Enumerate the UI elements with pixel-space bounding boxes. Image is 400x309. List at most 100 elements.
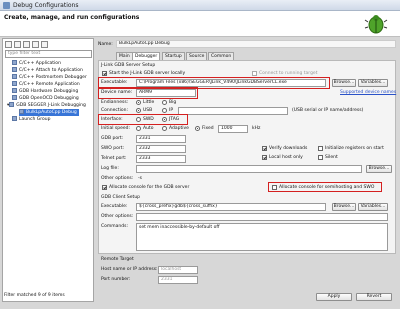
telnet-port-field[interactable]: 2333 <box>136 155 186 163</box>
header-banner: Create, manage, and run configurations <box>0 11 400 37</box>
speed-field[interactable]: 1000 <box>218 125 248 133</box>
log-file-field[interactable] <box>136 165 362 173</box>
config-name-field[interactable]: BulkLpAutoCpp Debug <box>116 40 396 48</box>
filter-input[interactable]: type filter text <box>5 50 92 58</box>
khz-label: kHz <box>252 126 261 131</box>
local-host-label: Local host only <box>269 155 303 160</box>
speed-label: Initial speed: <box>101 126 130 131</box>
alloc-gdb-console-checkbox[interactable] <box>102 185 107 190</box>
little-label: Little <box>143 100 155 105</box>
log-browse-button[interactable]: Browse... <box>366 165 392 173</box>
port-number-label: Port number: <box>101 277 131 282</box>
window-title: Debug Configurations <box>13 2 79 9</box>
client-other-field[interactable] <box>136 213 388 221</box>
duplicate-icon[interactable] <box>14 41 21 48</box>
gdb-icon <box>12 88 17 93</box>
verify-downloads-label: Verify downloads <box>269 146 308 151</box>
fixed-radio[interactable] <box>195 126 200 131</box>
telnet-port-label: Telnet port: <box>101 156 127 161</box>
connect-running-label: Connect to running target <box>259 71 318 76</box>
client-variables-button[interactable]: Variables... <box>358 203 388 211</box>
tree-item-launch-group[interactable]: Launch Group <box>12 116 50 123</box>
filter-status: Filter matched 9 of 9 items <box>4 293 65 298</box>
gdb-icon <box>9 102 15 107</box>
connect-running-checkbox[interactable] <box>252 71 257 76</box>
tree-item-cpp-application[interactable]: C/C++ Application <box>12 60 61 67</box>
jlink-group-title: J-Link GDB Server Setup <box>101 63 156 68</box>
ip-radio[interactable] <box>162 108 167 113</box>
big-radio[interactable] <box>162 100 167 105</box>
tree-item-gdb-hardware[interactable]: GDB Hardware Debugging <box>12 88 78 95</box>
highlight-interface <box>98 114 188 125</box>
tree-item-cpp-attach[interactable]: C/C++ Attach to Application <box>12 67 83 74</box>
client-browse-button[interactable]: Browse... <box>332 203 356 211</box>
commands-textarea[interactable]: set mem inaccessible-by-default off <box>136 223 388 251</box>
highlight-device <box>98 87 198 99</box>
connection-label: Connection: <box>101 108 128 113</box>
auto-label: Auto <box>143 126 154 131</box>
start-locally-checkbox[interactable] <box>102 71 107 76</box>
remote-group-title: Remote Target <box>101 257 134 262</box>
gdb-port-label: GDB port: <box>101 136 124 141</box>
tree-item-gdb-jlink[interactable]: ▾ GDB SEGGER J-Link Debugging <box>7 102 86 109</box>
tab-startup[interactable]: Startup <box>162 52 185 60</box>
revert-button[interactable]: Revert <box>356 293 392 301</box>
other-options-value[interactable]: -s <box>138 176 142 181</box>
gdb-icon <box>12 95 17 100</box>
usb-radio[interactable] <box>136 108 141 113</box>
client-executable-field[interactable]: ${cross_prefix}gdb${cross_suffix} <box>136 203 326 211</box>
host-label: Host name or IP address: <box>101 267 158 272</box>
little-radio[interactable] <box>136 100 141 105</box>
browse-button[interactable]: Browse... <box>332 79 356 87</box>
tab-common[interactable]: Common <box>208 52 235 60</box>
tree-item-cpp-remote[interactable]: C/C++ Remote Application <box>12 81 80 88</box>
gdb-port-field[interactable]: 2331 <box>136 135 186 143</box>
port-number-field[interactable]: 2331 <box>158 276 198 284</box>
usb-label: USB <box>143 108 153 113</box>
supported-devices-link[interactable]: Supported device names <box>340 90 396 95</box>
client-other-label: Other options: <box>101 214 134 219</box>
swo-port-field[interactable]: 2332 <box>136 145 186 153</box>
ip-label: IP <box>169 108 174 113</box>
client-executable-label: Executable: <box>101 204 128 209</box>
auto-radio[interactable] <box>136 126 141 131</box>
collapse-all-icon[interactable] <box>32 41 39 48</box>
other-options-label: Other options: <box>101 176 134 181</box>
start-locally-label: Start the J-Link GDB server locally <box>109 71 186 76</box>
tree-item-cpp-postmortem[interactable]: C/C++ Postmortem Debugger <box>12 74 87 81</box>
apply-button[interactable]: Apply <box>316 293 352 301</box>
delete-icon[interactable] <box>23 41 30 48</box>
adaptive-label: Adaptive <box>169 126 189 131</box>
commands-label: Commands: <box>101 224 128 229</box>
cpp-icon <box>12 74 17 79</box>
big-label: Big <box>169 100 177 105</box>
config-tree-panel: type filter text C/C++ Application C/C++… <box>2 38 94 302</box>
tree-item-gdb-openocd[interactable]: GDB OpenOCD Debugging <box>12 95 79 102</box>
tree-item-bulklp-debug[interactable]: BulkLpAutoCpp Debug <box>19 109 79 116</box>
init-registers-checkbox[interactable] <box>318 146 323 151</box>
new-config-icon[interactable] <box>5 41 12 48</box>
local-host-checkbox[interactable] <box>262 155 267 160</box>
silent-checkbox[interactable] <box>318 155 323 160</box>
tab-main[interactable]: Main <box>116 52 133 60</box>
title-bar: Debug Configurations <box>0 0 400 11</box>
cpp-icon <box>12 81 17 86</box>
debug-bug-icon <box>364 15 388 34</box>
swo-port-label: SWO port: <box>101 146 125 151</box>
tab-source[interactable]: Source <box>186 52 208 60</box>
init-registers-label: Initialize registers on start <box>325 146 384 151</box>
host-field[interactable]: localhost <box>158 266 198 274</box>
ip-address-field[interactable] <box>178 107 288 115</box>
verify-downloads-checkbox[interactable] <box>262 146 267 151</box>
tab-debugger[interactable]: Debugger <box>132 52 161 60</box>
filter-icon[interactable] <box>41 41 48 48</box>
config-icon <box>19 109 24 114</box>
adaptive-radio[interactable] <box>162 126 167 131</box>
config-editor: Name: BulkLpAutoCpp Debug Main Debugger … <box>96 38 398 302</box>
ip-hint: (USB serial or IP name/address) <box>292 108 364 113</box>
banner-heading: Create, manage, and run configurations <box>4 14 140 21</box>
log-file-label: Log file: <box>101 166 119 171</box>
launch-group-icon <box>12 116 17 121</box>
cpp-icon <box>12 67 17 72</box>
variables-button[interactable]: Variables... <box>358 79 388 87</box>
